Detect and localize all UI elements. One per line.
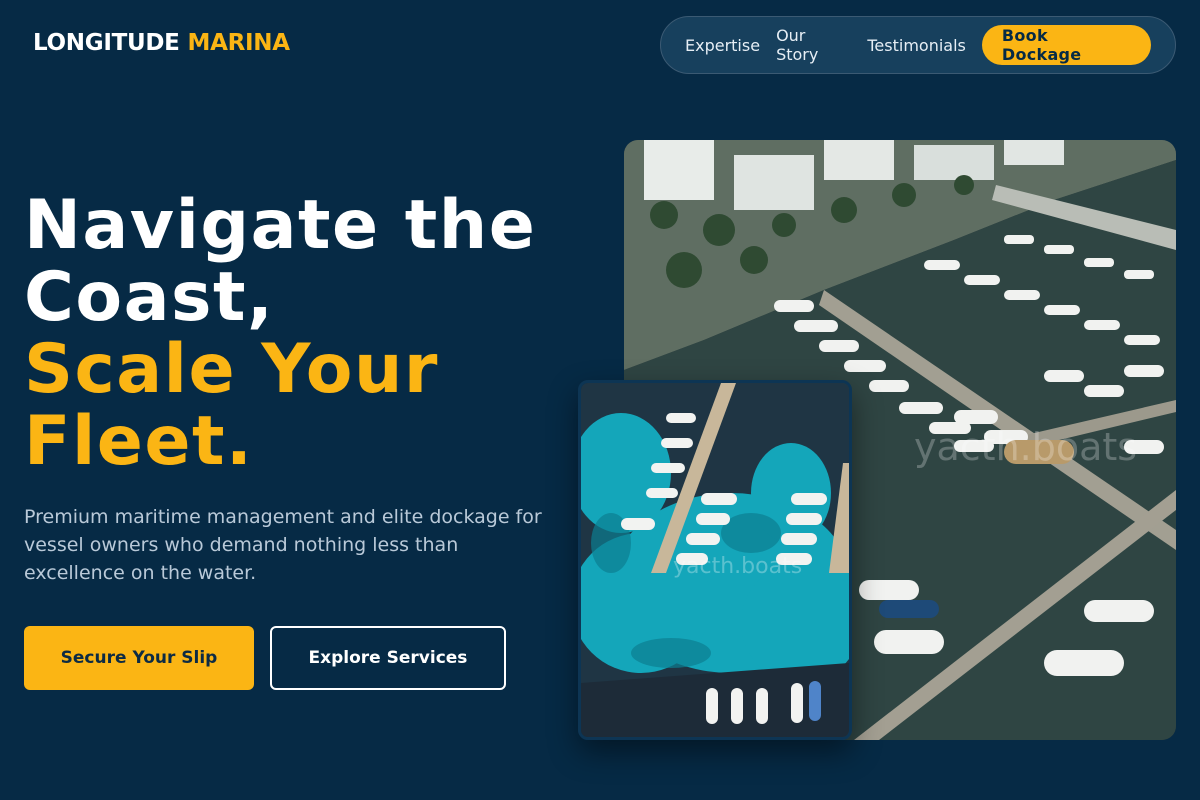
marina-inset-photo: yacth.boats bbox=[578, 380, 852, 740]
nav-link-our-story[interactable]: Our Story bbox=[776, 26, 851, 64]
inset-photo-watermark: yacth.boats bbox=[673, 554, 802, 579]
secure-slip-button[interactable]: Secure Your Slip bbox=[24, 626, 254, 690]
headline-line-3: Scale Your bbox=[24, 330, 439, 409]
main-photo-watermark: yacth.boats bbox=[914, 425, 1137, 469]
nav-link-expertise[interactable]: Expertise bbox=[685, 36, 760, 55]
book-dockage-button[interactable]: Book Dockage bbox=[981, 25, 1151, 65]
explore-services-button[interactable]: Explore Services bbox=[270, 626, 506, 690]
hero-headline: Navigate the Coast, Scale Your Fleet. bbox=[24, 190, 584, 478]
headline-line-4: Fleet. bbox=[24, 402, 254, 481]
brand-logo[interactable]: LONGITUDE MARINA bbox=[33, 30, 290, 56]
headline-line-2: Coast, bbox=[24, 258, 275, 337]
main-nav: Expertise Our Story Testimonials Book Do… bbox=[660, 16, 1176, 74]
nav-link-testimonials[interactable]: Testimonials bbox=[867, 36, 966, 55]
headline-line-1: Navigate the bbox=[24, 186, 537, 265]
brand-accent: MARINA bbox=[187, 30, 291, 56]
hero-subtext: Premium maritime management and elite do… bbox=[24, 506, 542, 584]
brand-name: LONGITUDE bbox=[33, 30, 180, 56]
